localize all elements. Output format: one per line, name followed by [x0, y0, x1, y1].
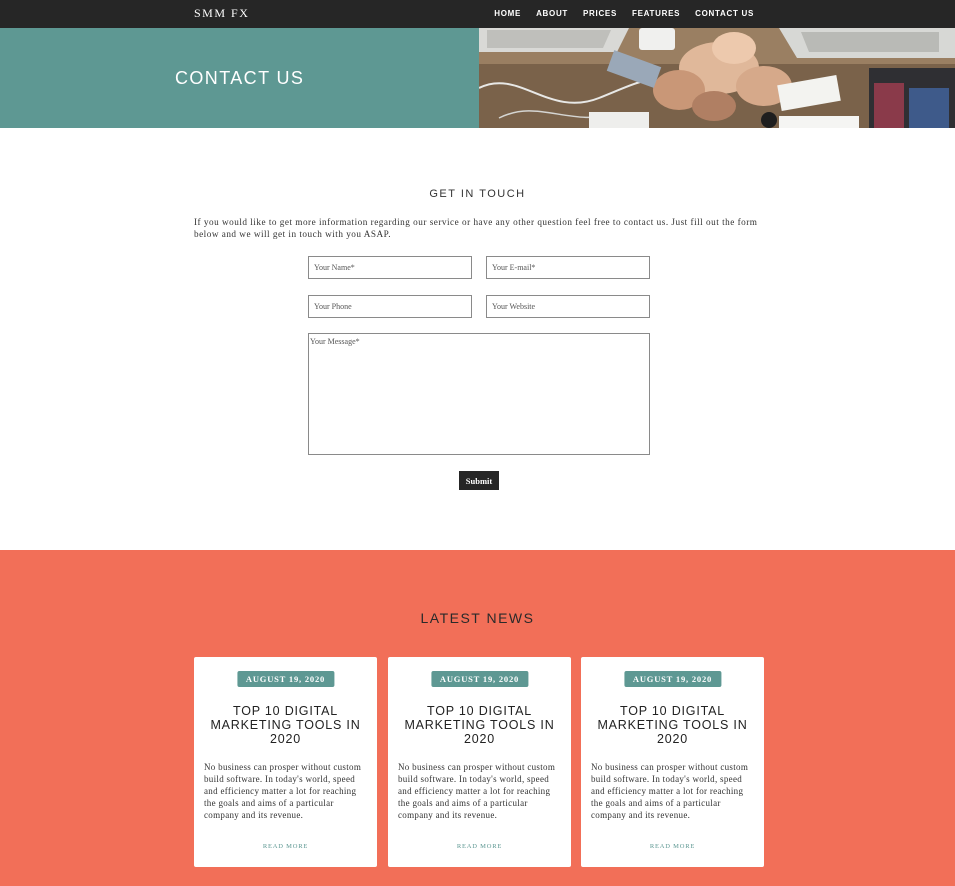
site-logo[interactable]: SMM FX [194, 6, 249, 21]
email-field[interactable] [486, 256, 650, 279]
nav-item-about[interactable]: ABOUT [536, 9, 568, 18]
news-card[interactable]: AUGUST 19, 2020 TOP 10 DIGITAL MARKETING… [581, 657, 764, 867]
website-field[interactable] [486, 295, 650, 318]
read-more-link[interactable]: READ MORE [194, 843, 377, 850]
news-card-excerpt: No business can prosper without custom b… [204, 762, 362, 820]
news-card-title[interactable]: TOP 10 DIGITAL MARKETING TOOLS IN 2020 [202, 704, 369, 746]
news-date-badge: AUGUST 19, 2020 [236, 671, 335, 687]
nav-item-home[interactable]: HOME [494, 9, 521, 18]
news-card-title[interactable]: TOP 10 DIGITAL MARKETING TOOLS IN 2020 [396, 704, 563, 746]
news-card-excerpt: No business can prosper without custom b… [398, 762, 556, 820]
submit-button[interactable]: Submit [459, 471, 499, 490]
news-date-badge: AUGUST 19, 2020 [623, 671, 722, 687]
news-card[interactable]: AUGUST 19, 2020 TOP 10 DIGITAL MARKETING… [194, 657, 377, 867]
read-more-link[interactable]: READ MORE [581, 843, 764, 850]
hero-team-photo [479, 28, 955, 128]
contact-intro-text: If you would like to get more informatio… [194, 217, 758, 239]
top-navbar: SMM FX HOME ABOUT PRICES FEATURES CONTAC… [0, 0, 955, 28]
nav-item-contact-us[interactable]: CONTACT US [695, 9, 754, 18]
nav-menu: HOME ABOUT PRICES FEATURES CONTACT US [494, 9, 754, 18]
nav-item-features[interactable]: FEATURES [632, 9, 680, 18]
message-field[interactable] [308, 333, 650, 455]
nav-item-prices[interactable]: PRICES [583, 9, 617, 18]
news-date-badge: AUGUST 19, 2020 [430, 671, 529, 687]
hero-banner: CONTACT US [0, 28, 479, 128]
latest-news-section: LATEST NEWS AUGUST 19, 2020 TOP 10 DIGIT… [0, 550, 955, 886]
page-title: CONTACT US [175, 68, 305, 88]
latest-news-heading: LATEST NEWS [420, 610, 535, 626]
read-more-link[interactable]: READ MORE [388, 843, 571, 850]
name-field[interactable] [308, 256, 472, 279]
phone-field[interactable] [308, 295, 472, 318]
news-card-title[interactable]: TOP 10 DIGITAL MARKETING TOOLS IN 2020 [589, 704, 756, 746]
get-in-touch-heading: GET IN TOUCH [429, 188, 526, 200]
news-card-excerpt: No business can prosper without custom b… [591, 762, 749, 820]
news-card[interactable]: AUGUST 19, 2020 TOP 10 DIGITAL MARKETING… [388, 657, 571, 867]
